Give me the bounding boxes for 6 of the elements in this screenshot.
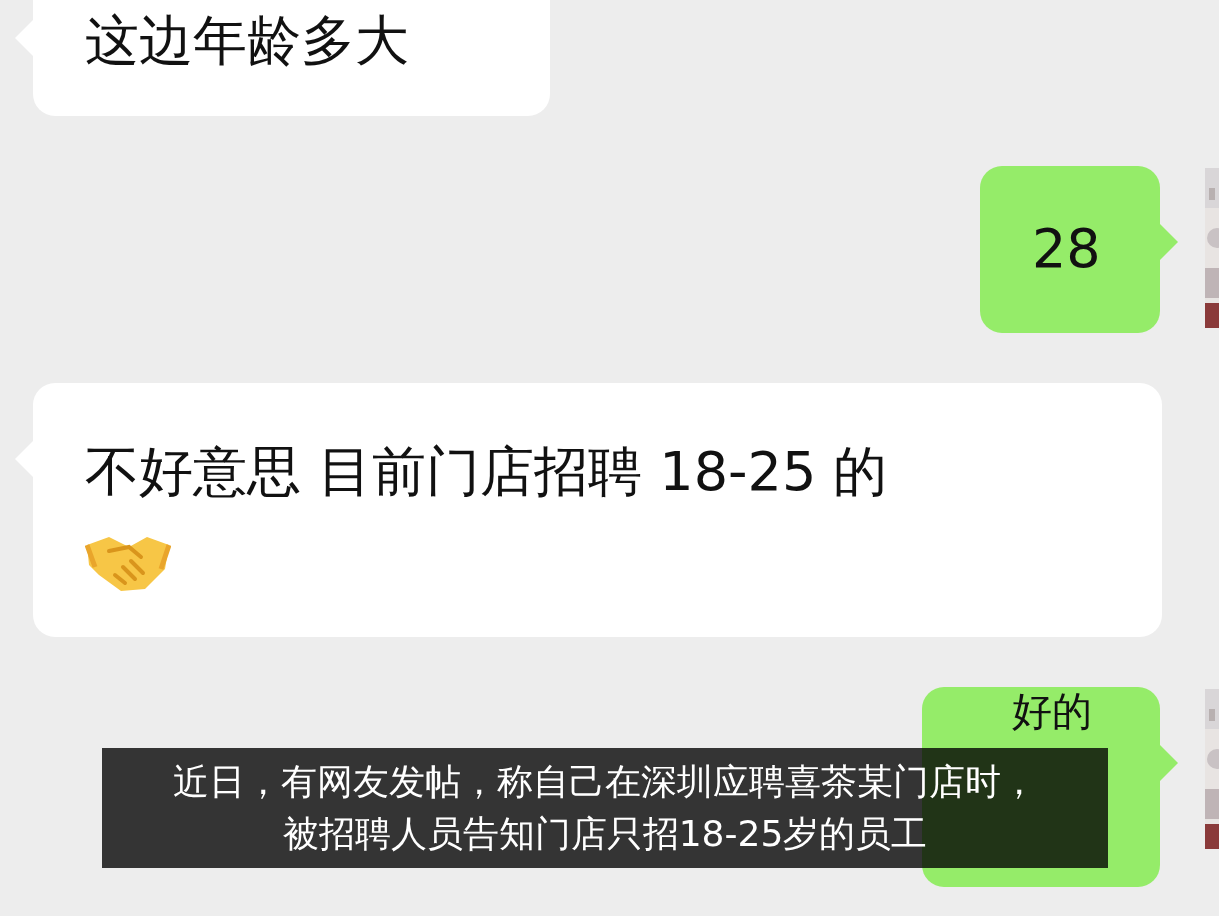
- message-text: 28: [1032, 216, 1102, 282]
- subtitle-line: 近日，有网友发帖，称自己在深圳应聘喜茶某门店时，: [173, 760, 1037, 804]
- subtitle-line: 被招聘人员告知门店只招18-25岁的员工: [282, 812, 928, 856]
- message-text: 不好意思 目前门店招聘 18-25 的: [85, 439, 889, 505]
- message-text: 这边年龄多大: [85, 8, 410, 74]
- message-text: 好的: [1012, 689, 1093, 733]
